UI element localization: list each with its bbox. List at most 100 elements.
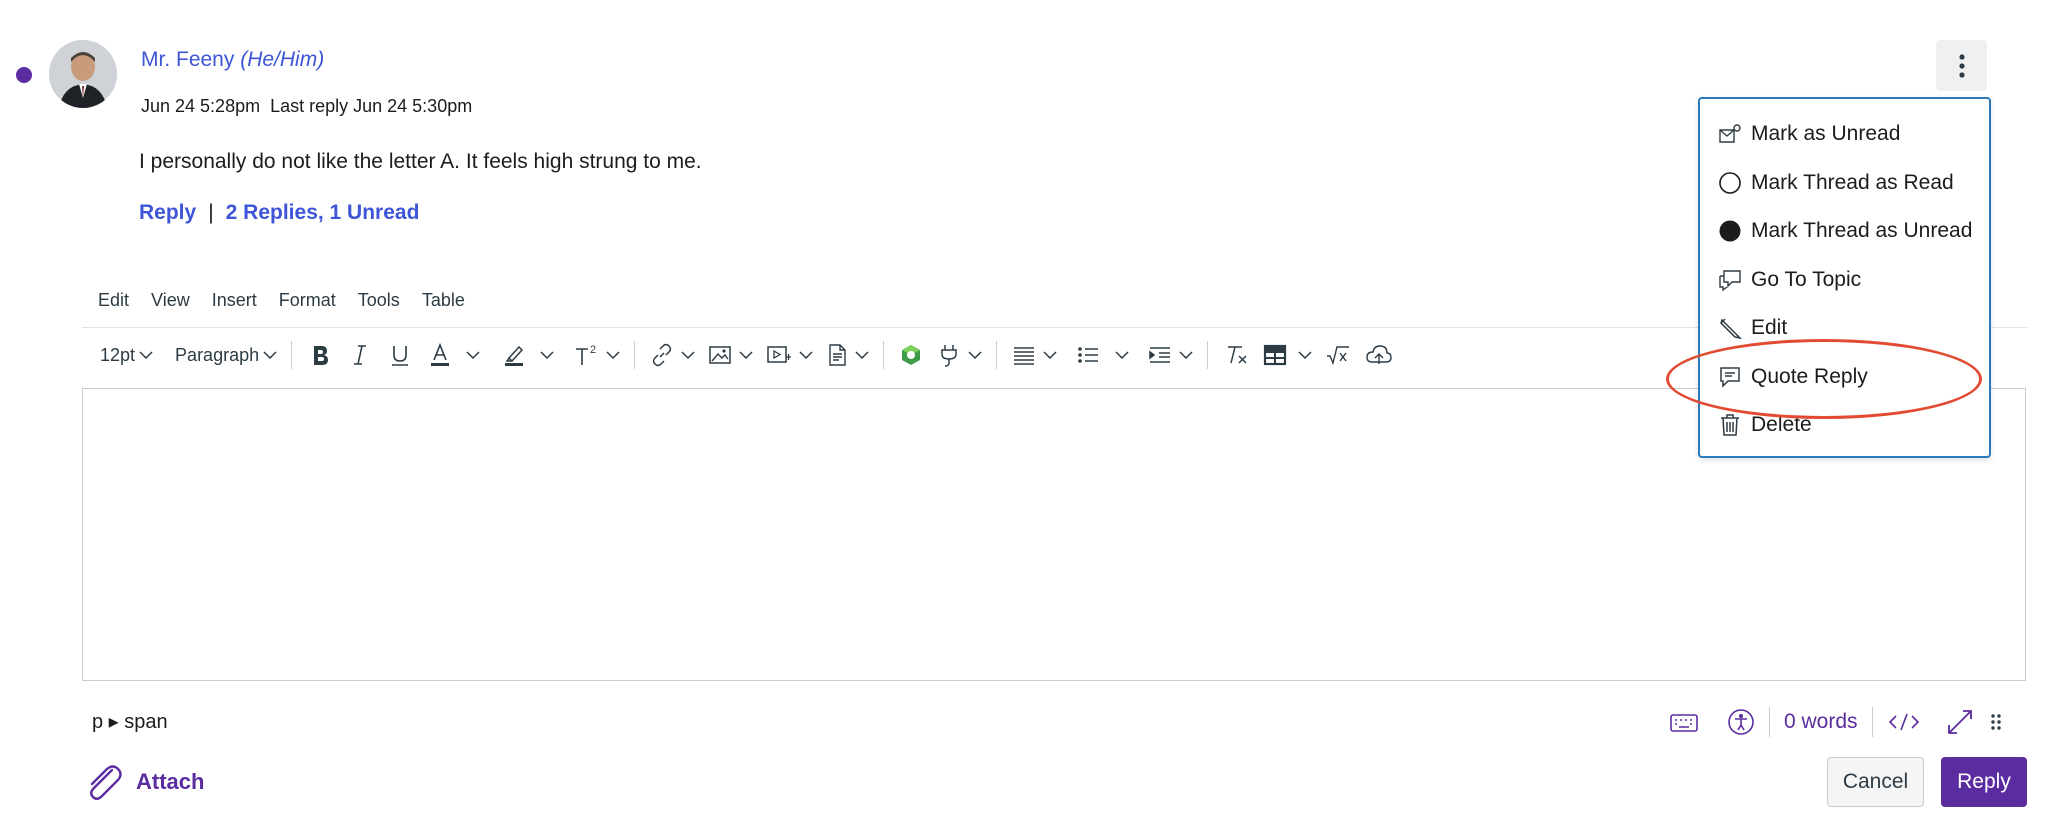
menu-table[interactable]: Table <box>422 290 465 311</box>
chevron-down-icon <box>466 351 480 360</box>
chevron-down-icon <box>1115 351 1129 360</box>
circle-outline-icon <box>1719 172 1741 194</box>
editor-menubar: Edit View Insert Format Tools Table <box>98 290 487 311</box>
chevron-down-icon <box>968 351 982 360</box>
keyboard-icon <box>1670 714 1698 732</box>
cloud-icon <box>1366 345 1392 364</box>
table-button[interactable] <box>1256 335 1318 375</box>
plugins-button[interactable] <box>930 335 988 375</box>
attach-button[interactable]: Attach <box>82 760 204 804</box>
bold-button[interactable] <box>300 335 340 375</box>
indent-icon <box>1149 347 1171 363</box>
document-button[interactable] <box>819 335 875 375</box>
superscript-button[interactable]: 2 <box>566 335 626 375</box>
highlight-annotation <box>1666 339 1982 419</box>
status-divider <box>1769 707 1770 737</box>
toolbar-separator <box>996 341 998 369</box>
editor-toolbar: 12pt Paragraph 2 <box>82 335 1622 375</box>
cancel-button[interactable]: Cancel <box>1827 757 1924 807</box>
menu-item-label: Mark as Unread <box>1751 122 1901 145</box>
chevron-down-icon <box>855 351 869 360</box>
image-button[interactable] <box>701 335 759 375</box>
chevron-down-icon <box>1043 351 1057 360</box>
chevron-down-icon <box>540 351 554 360</box>
menu-tools[interactable]: Tools <box>358 290 400 311</box>
accessibility-icon <box>1728 709 1754 735</box>
chevron-down-icon <box>263 351 277 360</box>
align-left-icon <box>1014 347 1035 365</box>
font-size-select[interactable]: 12pt <box>82 335 159 375</box>
underline-button[interactable] <box>380 335 420 375</box>
italic-button[interactable] <box>340 335 380 375</box>
menu-item-mark-thread-read[interactable]: Mark Thread as Read <box>1718 161 1954 205</box>
chevron-down-icon <box>739 351 753 360</box>
text-color-button[interactable] <box>420 335 486 375</box>
paperclip-icon <box>90 765 122 800</box>
fullscreen-button[interactable] <box>1945 707 1975 737</box>
clear-formatting-button[interactable] <box>1216 335 1256 375</box>
image-icon <box>709 346 731 364</box>
unread-indicator <box>16 67 32 83</box>
reply-link[interactable]: Reply <box>139 201 196 224</box>
toolbar-separator <box>883 341 885 369</box>
office-app-icon <box>902 345 921 365</box>
author-pronouns: (He/Him) <box>240 48 325 71</box>
menu-edit[interactable]: Edit <box>98 290 129 311</box>
pencil-icon <box>1720 318 1742 340</box>
document-icon <box>829 344 846 366</box>
post-meta: Jun 24 5:28pm Last reply Jun 24 5:30pm <box>141 96 473 116</box>
expand-icon <box>1947 710 1972 734</box>
chevron-down-icon <box>606 351 620 360</box>
highlighter-icon <box>505 345 524 366</box>
underline-icon <box>392 346 409 366</box>
author-name[interactable]: Mr. Feeny (He/Him) <box>141 48 324 72</box>
italic-icon <box>354 345 367 365</box>
highlight-color-button[interactable] <box>494 335 560 375</box>
post-options-button[interactable] <box>1936 40 1987 91</box>
indent-button[interactable] <box>1141 335 1199 375</box>
code-icon <box>1888 713 1919 731</box>
link-icon <box>652 343 672 367</box>
block-format-value: Paragraph <box>175 344 260 365</box>
reply-button[interactable]: Reply <box>1941 757 2027 807</box>
block-format-select[interactable]: Paragraph <box>169 335 283 375</box>
office-365-button[interactable] <box>892 335 930 375</box>
bullet-list-icon <box>1078 347 1099 363</box>
bold-icon <box>314 346 329 365</box>
element-path[interactable]: p ▸ span <box>92 709 168 734</box>
menu-item-mark-unread[interactable]: Mark as Unread <box>1718 112 1900 156</box>
media-icon <box>767 346 792 363</box>
go-to-topic-icon <box>1719 270 1741 292</box>
accessibility-checker-button[interactable] <box>1727 708 1755 736</box>
chevron-down-icon <box>1298 351 1312 360</box>
cloud-upload-button[interactable] <box>1358 335 1400 375</box>
equation-button[interactable] <box>1318 335 1358 375</box>
menu-item-go-to-topic[interactable]: Go To Topic <box>1718 258 1861 302</box>
keyboard-shortcuts-button[interactable] <box>1669 710 1699 734</box>
align-button[interactable] <box>1005 335 1063 375</box>
author-name-text[interactable]: Mr. Feeny <box>141 48 234 71</box>
avatar[interactable] <box>49 40 117 108</box>
kebab-icon <box>1958 53 1965 78</box>
menu-item-label: Go To Topic <box>1751 268 1862 291</box>
square-root-icon <box>1327 346 1350 366</box>
circle-filled-icon <box>1719 220 1741 242</box>
html-editor-button[interactable] <box>1887 711 1921 733</box>
editor-status-bar: 0 words <box>1655 700 2007 744</box>
font-size-value: 12pt <box>100 344 136 365</box>
post-body: I personally do not like the letter A. I… <box>139 150 702 173</box>
menu-insert[interactable]: Insert <box>212 290 257 311</box>
menu-format[interactable]: Format <box>279 290 336 311</box>
menu-item-mark-thread-unread[interactable]: Mark Thread as Unread <box>1718 209 1972 253</box>
plug-icon <box>941 345 957 367</box>
replies-link[interactable]: 2 Replies, 1 Unread <box>226 201 420 224</box>
table-icon <box>1264 344 1287 366</box>
menu-view[interactable]: View <box>151 290 190 311</box>
word-count[interactable]: 0 words <box>1784 710 1858 734</box>
chevron-down-icon <box>799 351 813 360</box>
resize-handle[interactable] <box>1989 710 2003 734</box>
link-button[interactable] <box>643 335 701 375</box>
separator: | <box>208 201 214 224</box>
media-button[interactable] <box>759 335 819 375</box>
bullet-list-button[interactable] <box>1069 335 1135 375</box>
